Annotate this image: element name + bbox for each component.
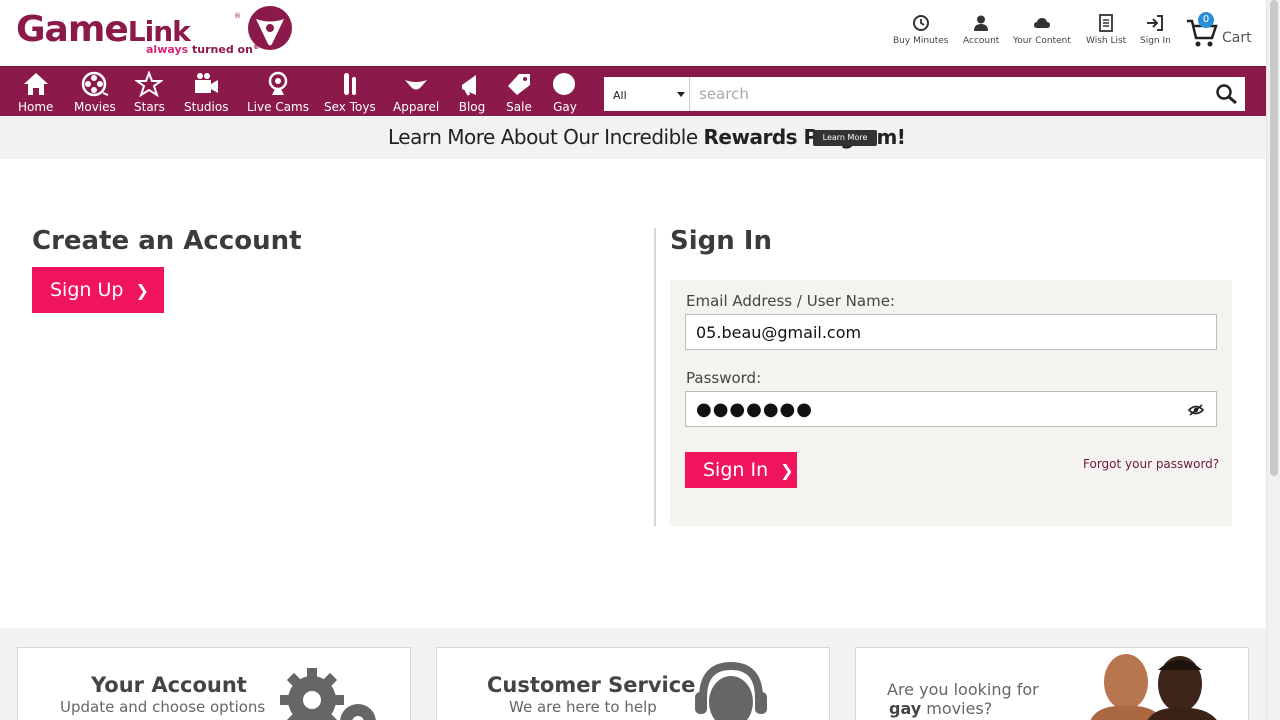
gay-movies-card[interactable]: Are you looking for gay movies? (855, 647, 1249, 720)
nav-label-stars: Stars (134, 100, 165, 114)
customer-service-subtitle: We are here to help (509, 698, 657, 716)
email-label: Email Address / User Name: (686, 292, 895, 310)
sign-in-link[interactable]: Sign In (1140, 14, 1171, 46)
top-header: GameLink ® always turned on® Buy Minutes… (0, 0, 1266, 66)
sign-in-label: Sign In (1140, 36, 1171, 46)
search-category-value: All (613, 89, 627, 102)
create-account-title: Create an Account (32, 226, 302, 256)
toys-icon (343, 73, 356, 95)
cart-count-badge: 0 (1198, 12, 1214, 28)
tag-icon (508, 74, 530, 95)
gears-icon (280, 668, 376, 720)
nav-item-blog[interactable]: Blog (458, 71, 486, 114)
video-camera-icon (195, 73, 219, 93)
nav-label-gay: Gay (553, 100, 577, 114)
gamelink-logo[interactable]: GameLink ® always turned on® (16, 4, 296, 60)
buy-minutes-label: Buy Minutes (893, 36, 949, 46)
sign-up-button[interactable]: Sign Up ❯ (32, 267, 164, 313)
wish-list-link[interactable]: Wish List (1086, 14, 1126, 46)
circle-icon (553, 73, 575, 95)
buy-minutes-link[interactable]: Buy Minutes (893, 14, 949, 46)
nav-label-sale: Sale (506, 100, 532, 114)
gay-card-rest: movies? (921, 699, 993, 718)
gay-card-line2: gay movies? (889, 699, 992, 718)
learn-more-button[interactable]: Learn More (813, 130, 877, 146)
list-icon (1099, 14, 1113, 32)
webcam-icon (268, 71, 288, 95)
cart-button[interactable]: 0 Cart (1186, 12, 1256, 52)
logo-tagline: always turned on® (146, 43, 260, 56)
forgot-password-link[interactable]: Forgot your password? (1083, 457, 1219, 471)
nav-item-studios[interactable]: Studios (184, 71, 228, 114)
page-scrollbar[interactable] (1266, 0, 1280, 720)
sign-in-button[interactable]: Sign In ❯ (685, 452, 797, 488)
caret-down-icon (677, 92, 685, 97)
headset-icon (695, 661, 767, 720)
promo-text-plain: Learn More About Our Incredible (388, 125, 704, 149)
apparel-icon (405, 80, 428, 90)
nav-item-apparel[interactable]: Apparel (393, 71, 439, 114)
nav-item-sale[interactable]: Sale (505, 71, 533, 114)
nav-label-studios: Studios (184, 100, 229, 114)
nav-item-sex-toys[interactable]: Sex Toys (324, 71, 376, 114)
cloud-icon (1033, 18, 1050, 28)
cart-label: Cart (1222, 30, 1252, 46)
nav-label-sex-toys: Sex Toys (324, 100, 376, 114)
user-icon (974, 15, 989, 31)
logo-registered: ® (234, 12, 241, 20)
chevron-right-icon: ❯ (780, 460, 794, 480)
account-label: Account (963, 36, 1000, 46)
logo-tagline-b: turned on (192, 43, 253, 56)
search-category-select[interactable]: All (604, 77, 690, 111)
nav-label-blog: Blog (458, 100, 486, 114)
password-label: Password: (686, 369, 762, 387)
password-field[interactable] (685, 391, 1217, 427)
nav-item-stars[interactable]: Stars (134, 71, 165, 114)
search-icon[interactable] (1215, 83, 1239, 105)
your-account-card[interactable]: Your Account Update and choose options (17, 647, 411, 720)
search-bar: All (604, 77, 1245, 111)
customer-service-title: Customer Service (487, 673, 696, 697)
gay-card-bold: gay (889, 699, 922, 718)
home-icon (23, 73, 48, 95)
rewards-promo-banner: Learn More About Our Incredible Rewards … (0, 117, 1266, 159)
logo-mark-icon (248, 6, 292, 50)
gay-card-line1: Are you looking for (887, 680, 1039, 699)
logo-word-game: Game (16, 9, 129, 50)
chevron-right-icon: ❯ (135, 280, 149, 300)
search-input[interactable] (691, 77, 1211, 111)
scrollbar-thumb[interactable] (1270, 0, 1278, 476)
your-account-title: Your Account (91, 673, 247, 697)
main-nav: Home Movies Stars Studios Live Cams Sex … (0, 66, 1266, 116)
nav-item-home[interactable]: Home (18, 71, 53, 114)
hide-password-icon[interactable] (1188, 404, 1204, 416)
section-divider (654, 228, 656, 526)
nav-item-live-cams[interactable]: Live Cams (247, 71, 309, 114)
nav-item-gay[interactable]: Gay (551, 71, 579, 114)
your-content-label: Your Content (1013, 36, 1071, 46)
sign-up-label: Sign Up (50, 279, 124, 301)
sign-in-title: Sign In (670, 226, 772, 256)
sign-in-button-label: Sign In (703, 459, 769, 481)
your-content-link[interactable]: Your Content (1013, 14, 1071, 46)
nav-item-movies[interactable]: Movies (74, 71, 116, 114)
account-link[interactable]: Account (963, 14, 999, 46)
nav-label-apparel: Apparel (393, 100, 440, 114)
sign-in-icon (1147, 15, 1164, 31)
sign-in-form: Email Address / User Name: Password: Sig… (670, 280, 1232, 526)
logo-tagline-a: always (146, 43, 189, 56)
star-icon (135, 71, 164, 97)
wish-list-label: Wish List (1086, 36, 1127, 46)
megaphone-icon (462, 75, 476, 96)
your-account-subtitle: Update and choose options (60, 698, 266, 716)
film-reel-icon (81, 71, 109, 97)
nav-label-home: Home (18, 100, 54, 114)
nav-label-movies: Movies (74, 100, 116, 114)
promo-photo (1062, 648, 1248, 720)
clock-icon (912, 15, 929, 31)
email-field[interactable] (685, 314, 1217, 350)
customer-service-card[interactable]: Customer Service We are here to help (436, 647, 830, 720)
nav-label-live-cams: Live Cams (247, 100, 309, 114)
